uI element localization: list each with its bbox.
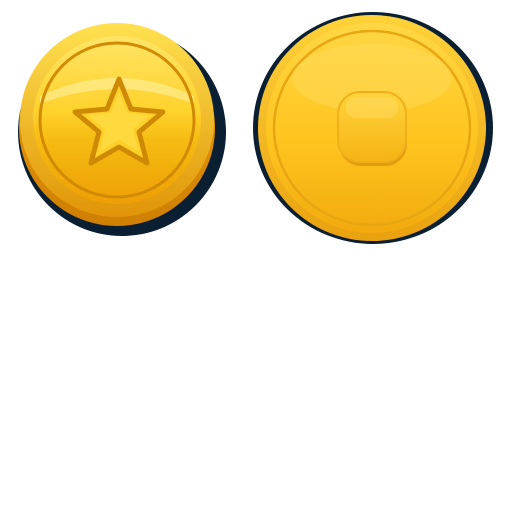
gold-coin-square-graphic: [253, 12, 493, 244]
gold-coin-square[interactable]: [250, 8, 496, 248]
gold-coin-star[interactable]: [14, 16, 228, 238]
game-asset-canvas: [0, 0, 512, 512]
gold-coin-star-graphic: [18, 23, 226, 236]
rounded-square-icon: [337, 91, 407, 166]
